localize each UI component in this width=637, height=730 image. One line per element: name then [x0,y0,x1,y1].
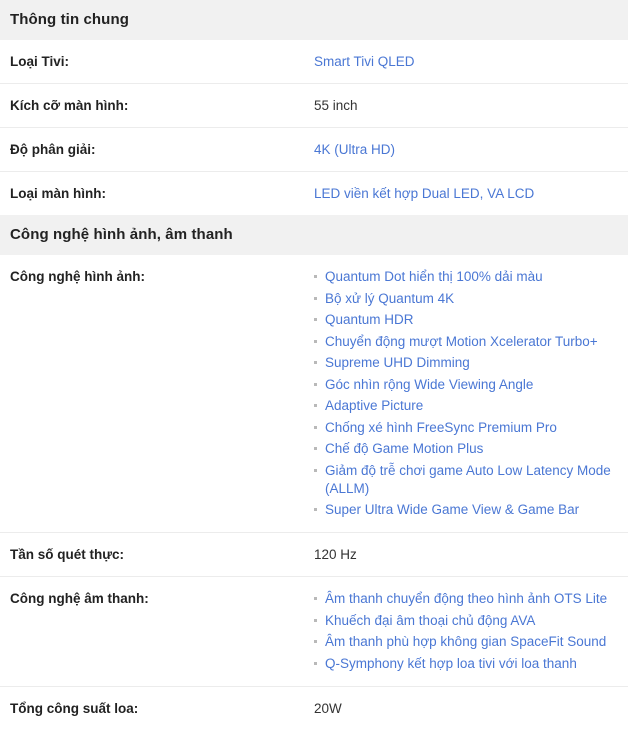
list-item-link[interactable]: Quantum Dot hiển thị 100% dải màu [325,269,543,284]
list-item: Âm thanh phù hợp không gian SpaceFit Sou… [314,633,620,651]
list-item: Giảm độ trễ chơi game Auto Low Latency M… [314,462,620,498]
list-item: Bộ xử lý Quantum 4K [314,290,620,308]
bullet-dot-icon [314,618,317,622]
bullet-dot-icon [314,425,317,429]
bullet-dot-icon [314,597,317,600]
list-item: Q-Symphony kết hợp loa tivi với loa than… [314,655,620,673]
spec-row: Loại Tivi: Smart Tivi QLED [0,40,628,84]
spec-row: Loại màn hình: LED viền kết hợp Dual LED,… [0,171,628,215]
spec-label: Công nghệ hình ảnh: [0,255,314,533]
list-item-link[interactable]: Âm thanh chuyển động theo hình ảnh OTS L… [325,591,607,606]
spec-label: Tổng công suất loa: [0,685,314,730]
bullet-dot-icon [314,318,317,321]
list-item-link[interactable]: Adaptive Picture [325,398,423,413]
spec-row: Kích cỡ màn hình: 55 inch [0,83,628,128]
spec-value-link[interactable]: LED viền kết hợp Dual LED, VA LCD [314,171,628,215]
bullet-dot-icon [314,508,317,511]
list-item-link[interactable]: Q-Symphony kết hợp loa tivi với loa than… [325,656,577,671]
list-item: Adaptive Picture [314,397,620,415]
list-item-link[interactable]: Chống xé hình FreeSync Premium Pro [325,420,557,435]
spec-label: Tần số quét thực: [0,532,314,577]
list-item-link[interactable]: Supreme UHD Dimming [325,355,470,370]
spec-label: Loại màn hình: [0,171,314,215]
spec-row: Tổng công suất loa: 20W [0,685,628,730]
product-specification-table: Thông tin chung Loại Tivi: Smart Tivi QLED… [0,0,628,730]
spec-value-bullet-list: Quantum Dot hiển thị 100% dải màu Bộ xử l… [314,268,620,519]
list-item-link[interactable]: Âm thanh phù hợp không gian SpaceFit Sou… [325,634,606,649]
bullet-dot-icon [314,661,317,665]
section-header-cell: Công nghệ hình ảnh, âm thanh [0,215,628,255]
list-item-link[interactable]: Quantum HDR [325,312,414,327]
spec-value-list: Quantum Dot hiển thị 100% dải màu Bộ xử l… [314,255,628,533]
spec-value: 20W [314,685,628,730]
list-item: Quantum HDR [314,311,620,329]
list-item: Quantum Dot hiển thị 100% dải màu [314,268,620,286]
section-header-title: Thông tin chung [10,11,129,28]
bullet-dot-icon [314,275,317,278]
spec-row: Độ phân giải: 4K (Ultra HD) [0,127,628,172]
list-item-link[interactable]: Giảm độ trễ chơi game Auto Low Latency M… [325,463,611,496]
spec-label: Độ phân giải: [0,127,314,172]
list-item: Chế độ Game Motion Plus [314,440,620,458]
spec-value-list: Âm thanh chuyển động theo hình ảnh OTS L… [314,576,628,686]
list-item-link[interactable]: Khuếch đại âm thoại chủ động AVA [325,613,535,628]
bullet-dot-icon [314,296,317,300]
list-item: Âm thanh chuyển động theo hình ảnh OTS L… [314,590,620,608]
list-item: Chuyển động mượt Motion Xcelerator Turbo… [314,333,620,351]
section-header-title: Công nghệ hình ảnh, âm thanh [10,226,233,243]
spec-value: 55 inch [314,83,628,128]
spec-label: Công nghệ âm thanh: [0,576,314,686]
section-header-row: Công nghệ hình ảnh, âm thanh [0,215,628,255]
spec-value: 120 Hz [314,532,628,577]
spec-row: Công nghệ âm thanh: Âm thanh chuyển động … [0,576,628,686]
bullet-dot-icon [314,404,317,407]
list-item: Khuếch đại âm thoại chủ động AVA [314,612,620,630]
list-item: Chống xé hình FreeSync Premium Pro [314,419,620,437]
section-header-row: Thông tin chung [0,0,628,40]
list-item: Super Ultra Wide Game View & Game Bar [314,501,620,519]
list-item-link[interactable]: Super Ultra Wide Game View & Game Bar [325,502,579,517]
spec-label: Kích cỡ màn hình: [0,83,314,128]
spec-value-link[interactable]: Smart Tivi QLED [314,40,628,84]
bullet-dot-icon [314,640,317,643]
spec-row: Công nghệ hình ảnh: Quantum Dot hiển thị … [0,255,628,533]
list-item-link[interactable]: Chuyển động mượt Motion Xcelerator Turbo… [325,334,598,349]
bullet-dot-icon [314,339,317,343]
spec-label: Loại Tivi: [0,40,314,84]
spec-value-link[interactable]: 4K (Ultra HD) [314,127,628,172]
spec-value-bullet-list: Âm thanh chuyển động theo hình ảnh OTS L… [314,590,620,673]
section-header-cell: Thông tin chung [0,0,628,40]
list-item-link[interactable]: Góc nhìn rộng Wide Viewing Angle [325,377,533,392]
list-item: Góc nhìn rộng Wide Viewing Angle [314,376,620,394]
spec-table-body: Thông tin chung Loại Tivi: Smart Tivi QLED… [0,0,628,730]
bullet-dot-icon [314,468,317,472]
list-item-link[interactable]: Bộ xử lý Quantum 4K [325,291,454,306]
bullet-dot-icon [314,382,317,386]
list-item-link[interactable]: Chế độ Game Motion Plus [325,441,483,456]
list-item: Supreme UHD Dimming [314,354,620,372]
bullet-dot-icon [314,447,317,450]
bullet-dot-icon [314,361,317,364]
spec-row: Tần số quét thực: 120 Hz [0,532,628,577]
